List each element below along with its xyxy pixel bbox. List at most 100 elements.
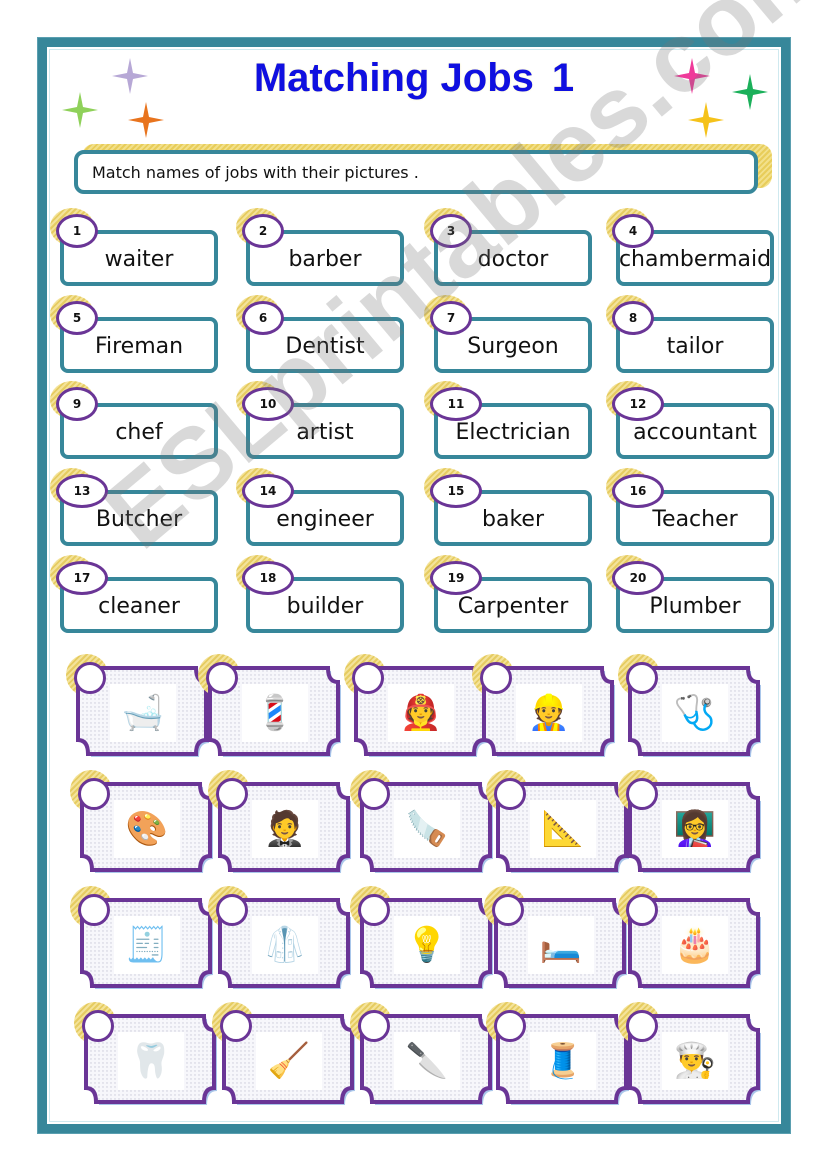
- picture-card: 🤵: [208, 770, 352, 876]
- job-name: doctor: [477, 246, 549, 272]
- number-badge: 1: [56, 214, 98, 248]
- answer-circle[interactable]: [358, 778, 390, 810]
- job-number: 7: [446, 311, 456, 325]
- job-illustration-icon: 🧑‍🚒: [399, 693, 443, 733]
- answer-circle[interactable]: [352, 662, 384, 694]
- job-name: artist: [296, 419, 354, 445]
- answer-circle[interactable]: [74, 662, 106, 694]
- word-card: Electrician 11: [424, 381, 592, 459]
- answer-circle[interactable]: [78, 894, 110, 926]
- teacher-blackboard-picture: 👩‍🏫: [662, 800, 728, 858]
- job-name: tailor: [666, 333, 724, 359]
- word-card: builder 18: [236, 555, 404, 633]
- word-card: Surgeon 7: [424, 295, 592, 373]
- number-badge: 12: [612, 387, 664, 421]
- word-card: Dentist 6: [236, 295, 404, 373]
- picture-card: 🪚: [350, 770, 494, 876]
- word-card: tailor 8: [606, 295, 774, 373]
- job-number: 3: [446, 224, 456, 238]
- answer-circle[interactable]: [216, 778, 248, 810]
- job-name: builder: [286, 593, 364, 619]
- job-number: 14: [259, 484, 277, 498]
- job-number: 13: [73, 484, 91, 498]
- picture-card: 🧵: [486, 1002, 630, 1108]
- word-card: Butcher 13: [50, 468, 218, 546]
- picture-card: 🛁: [66, 654, 210, 760]
- answer-circle[interactable]: [216, 894, 248, 926]
- job-illustration-icon: 🤵: [263, 809, 307, 849]
- electrician-phone-picture: 💡: [394, 916, 460, 974]
- word-card: Plumber 20: [606, 555, 774, 633]
- instruction-text: Match names of jobs with their pictures …: [92, 162, 419, 182]
- job-number: 2: [258, 224, 268, 238]
- job-illustration-icon: 🔪: [405, 1041, 449, 1081]
- job-illustration-icon: 💡: [405, 925, 449, 965]
- job-name: baker: [482, 506, 544, 532]
- answer-circle[interactable]: [626, 778, 658, 810]
- answer-circle[interactable]: [626, 1010, 658, 1042]
- word-card: cleaner 17: [50, 555, 218, 633]
- title-text: Matching Jobs: [253, 56, 534, 100]
- number-badge: 8: [612, 301, 654, 335]
- builder-carrying-plank-picture: 👷: [516, 684, 582, 742]
- job-number: 8: [628, 311, 638, 325]
- picture-card: 💡: [350, 886, 494, 992]
- job-number: 1: [72, 224, 82, 238]
- job-number: 11: [447, 397, 465, 411]
- number-badge: 19: [430, 561, 482, 595]
- answer-circle[interactable]: [494, 778, 526, 810]
- answer-circle[interactable]: [82, 1010, 114, 1042]
- job-illustration-icon: 👨‍🍳: [673, 1041, 717, 1081]
- job-illustration-icon: 👷: [527, 693, 571, 733]
- job-name: Butcher: [95, 506, 183, 532]
- answer-circle[interactable]: [220, 1010, 252, 1042]
- word-card: baker 15: [424, 468, 592, 546]
- fireman-hose-picture: 🧑‍🚒: [388, 684, 454, 742]
- carpenter-bench-picture: 🪚: [394, 800, 460, 858]
- job-illustration-icon: 🎂: [673, 925, 717, 965]
- sparkle-icon: [686, 100, 726, 140]
- answer-circle[interactable]: [358, 1010, 390, 1042]
- answer-circle[interactable]: [480, 662, 512, 694]
- job-number: 16: [629, 484, 647, 498]
- picture-card: 🧑‍🚒: [344, 654, 488, 760]
- answer-circle[interactable]: [626, 894, 658, 926]
- answer-circle[interactable]: [492, 894, 524, 926]
- job-illustration-icon: 👩‍🏫: [673, 809, 717, 849]
- number-badge: 16: [612, 474, 664, 508]
- baker-cakes-picture: 🎂: [662, 916, 728, 974]
- number-badge: 4: [612, 214, 654, 248]
- job-number: 18: [259, 571, 277, 585]
- doctor-patient-picture: 🩺: [662, 684, 728, 742]
- job-number: 6: [258, 311, 268, 325]
- number-badge: 13: [56, 474, 108, 508]
- job-number: 10: [259, 397, 277, 411]
- answer-circle[interactable]: [358, 894, 390, 926]
- answer-circle[interactable]: [206, 662, 238, 694]
- job-name: Surgeon: [467, 333, 559, 359]
- number-badge: 17: [56, 561, 108, 595]
- job-name: Teacher: [652, 506, 738, 532]
- engineer-blueprint-picture: 📐: [530, 800, 596, 858]
- word-card: doctor 3: [424, 208, 592, 286]
- job-name: engineer: [276, 506, 374, 532]
- tailor-sewing-machine-picture: 🧵: [530, 1032, 596, 1090]
- answer-circle[interactable]: [78, 778, 110, 810]
- picture-card: 🥼: [208, 886, 352, 992]
- job-number: 9: [72, 397, 82, 411]
- word-card: accountant 12: [606, 381, 774, 459]
- job-illustration-icon: 🎨: [125, 809, 169, 849]
- number-badge: 18: [242, 561, 294, 595]
- instruction-box: Match names of jobs with their pictures …: [74, 150, 758, 194]
- job-number: 15: [447, 484, 465, 498]
- barber-client-picture: 💈: [242, 684, 308, 742]
- job-illustration-icon: 🛁: [121, 693, 165, 733]
- answer-circle[interactable]: [494, 1010, 526, 1042]
- picture-card: 🩺: [618, 654, 762, 760]
- worksheet: Matching Jobs 1 Match names of jobs with …: [38, 38, 790, 1133]
- word-card: chambermaid 4: [606, 208, 774, 286]
- job-number: 5: [72, 311, 82, 325]
- word-card: chef 9: [50, 381, 218, 459]
- answer-circle[interactable]: [626, 662, 658, 694]
- picture-card: 👩‍🏫: [618, 770, 762, 876]
